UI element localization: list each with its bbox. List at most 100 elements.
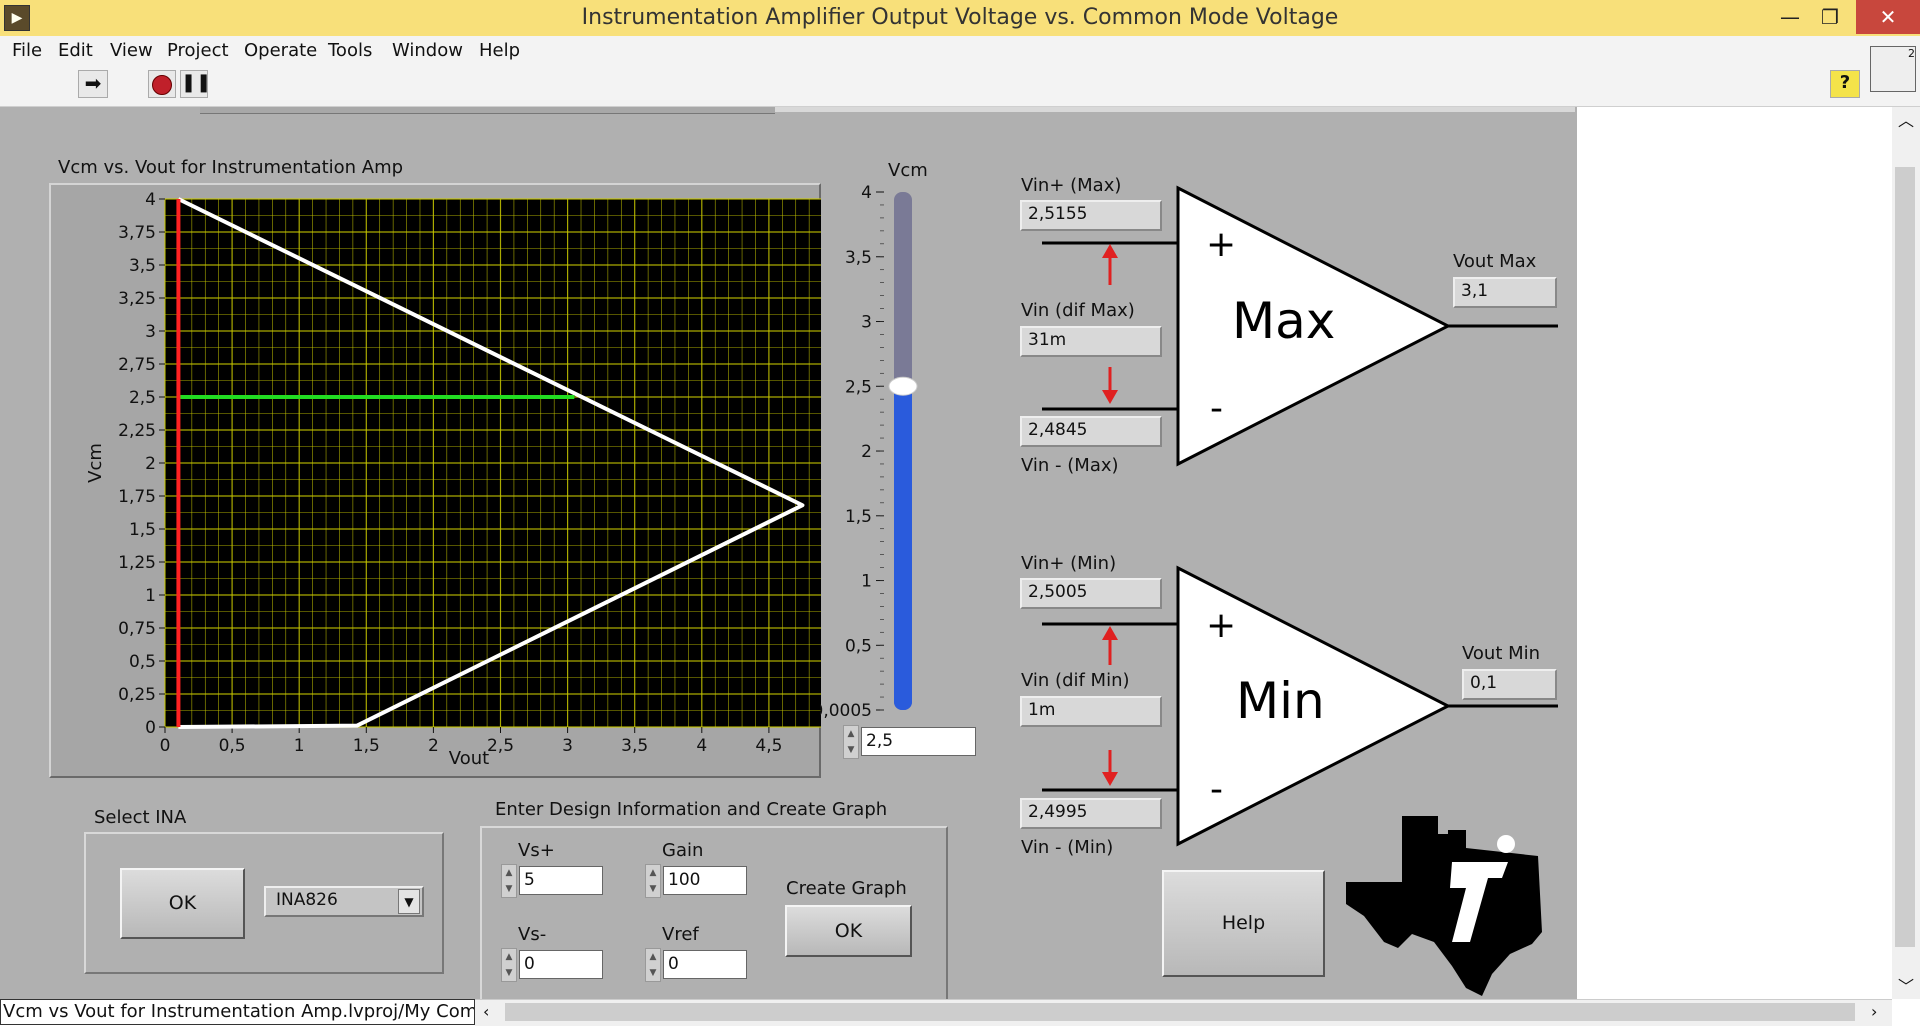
slider-thumb	[888, 376, 918, 396]
vs-plus-spinner[interactable]: ▲ ▼	[501, 864, 517, 898]
create-graph-ok-button[interactable]: OK	[785, 905, 912, 957]
vs-minus-label: Vs-	[518, 924, 547, 945]
y-tick-label: 0,5	[129, 652, 156, 672]
y-tick-label: 0	[145, 718, 156, 738]
menu-project[interactable]: Project	[167, 36, 229, 66]
x-tick-label: 1,5	[353, 736, 380, 756]
arrow-down-head	[1102, 390, 1118, 404]
vcm-value-input[interactable]: 2,5	[861, 727, 976, 756]
ti-dot	[1497, 835, 1515, 853]
vcm-slider[interactable]: 4 3,5 3 2,5 2 1,5 1 0,5 0,0005	[820, 180, 940, 720]
scroll-right-icon[interactable]: ›	[1871, 1002, 1877, 1021]
arrow-up-head	[1102, 244, 1118, 258]
vcm-slider-label: Vcm	[888, 160, 928, 181]
run-arrow-icon[interactable]: ➡	[78, 70, 108, 98]
scroll-left-icon[interactable]: ‹	[483, 1002, 489, 1021]
y-tick-label: 2,25	[118, 421, 156, 441]
slider-tick-label: 0,5	[845, 636, 872, 656]
horizontal-scrollbar[interactable]: ‹ ›	[475, 999, 1892, 1026]
graph-title: Vcm vs. Vout for Instrumentation Amp	[58, 157, 404, 178]
vs-minus-spinner[interactable]: ▲ ▼	[501, 948, 517, 982]
scroll-thumb[interactable]	[1895, 167, 1915, 947]
restore-icon[interactable]: ❐	[1810, 0, 1850, 34]
abort-stop-icon[interactable]	[148, 70, 176, 98]
design-info-label: Enter Design Information and Create Grap…	[495, 799, 888, 820]
y-tick-label: 2,5	[129, 388, 156, 408]
waveform-graph[interactable]: 0 0,25 0,5 0,75 1 1,25 1,5 1,75 2 2,25 2,5 2,75 3 3,2…	[49, 183, 821, 778]
slider-tick-label: 4	[861, 183, 872, 203]
create-graph-label: Create Graph	[786, 878, 907, 899]
y-tick-label: 3,25	[118, 289, 156, 309]
y-tick-label: 1	[145, 586, 156, 606]
close-icon[interactable]: ✕	[1856, 0, 1920, 34]
toolbar	[0, 66, 1920, 107]
vi-icon-text: 2	[1908, 47, 1915, 60]
x-axis-label: Vout	[449, 748, 489, 769]
x-tick-label: 2	[428, 736, 439, 756]
max-label: Max	[1232, 292, 1335, 350]
slider-tick-label: 2	[861, 442, 872, 462]
plus-sign: +	[1206, 224, 1236, 265]
minus-sign: -	[1210, 769, 1223, 810]
gain-input[interactable]: 100	[663, 866, 747, 895]
select-ina-ok-button[interactable]: OK	[120, 868, 245, 939]
y-tick-label: 2,75	[118, 355, 156, 375]
x-tick-label: 2,5	[487, 736, 514, 756]
gain-label: Gain	[662, 840, 704, 861]
scroll-up-icon[interactable]: ︿	[1898, 107, 1914, 131]
min-label: Min	[1236, 672, 1325, 730]
menu-operate[interactable]: Operate	[244, 36, 317, 66]
y-tick-label: 2	[145, 454, 156, 474]
x-tick-label: 0	[160, 736, 171, 756]
help-question-icon[interactable]: ?	[1830, 70, 1860, 98]
arrow-up-head	[1102, 626, 1118, 640]
minus-sign: -	[1210, 388, 1223, 429]
vs-minus-input[interactable]: 0	[519, 950, 603, 979]
vertical-scrollbar[interactable]: ︿ ﹀	[1892, 107, 1920, 999]
y-tick-label: 1,25	[118, 553, 156, 573]
hscroll-thumb[interactable]	[505, 1003, 1855, 1021]
menu-help[interactable]: Help	[479, 36, 520, 66]
tab-strip	[200, 107, 775, 114]
vref-label: Vref	[662, 924, 699, 945]
help-button[interactable]: Help	[1162, 870, 1325, 977]
y-axis-label: Vcm	[85, 443, 106, 483]
menu-edit[interactable]: Edit	[58, 36, 93, 66]
x-tick-label: 4,5	[755, 736, 782, 756]
vs-plus-label: Vs+	[518, 840, 555, 861]
vcm-spinner[interactable]: ▲ ▼	[843, 725, 859, 759]
scroll-down-icon[interactable]: ﹀	[1898, 973, 1914, 997]
slider-tick-label: 1,5	[845, 507, 872, 527]
max-amplifier-diagram: + - Max	[1042, 185, 1558, 467]
menu-window[interactable]: Window	[392, 36, 463, 66]
menu-file[interactable]: File	[12, 36, 42, 66]
y-tick-label: 3,5	[129, 256, 156, 276]
y-tick-label: 1,5	[129, 520, 156, 540]
vi-icon: 2	[1870, 46, 1916, 92]
vref-spinner[interactable]: ▲ ▼	[645, 948, 661, 982]
minimize-icon[interactable]: —	[1770, 0, 1810, 34]
slider-tick-label: 2,5	[845, 377, 872, 397]
status-path: Vcm vs Vout for Instrumentation Amp.lvpr…	[0, 999, 475, 1025]
chevron-down-icon[interactable]: ▼	[398, 889, 420, 914]
panel-margin	[1577, 107, 1892, 999]
menu-tools[interactable]: Tools	[328, 36, 372, 66]
gain-spinner[interactable]: ▲ ▼	[645, 864, 661, 898]
ina-select-value: INA826	[276, 890, 338, 910]
vs-plus-input[interactable]: 5	[519, 866, 603, 895]
slider-fill	[894, 386, 912, 710]
pause-icon[interactable]: ❚❚	[180, 70, 211, 98]
y-tick-label: 4	[145, 190, 156, 210]
slider-tick-label: 3,5	[845, 248, 872, 268]
ina-select-dropdown[interactable]: INA826 ▼	[264, 886, 424, 917]
vref-input[interactable]: 0	[663, 950, 747, 979]
x-tick-label: 4	[696, 736, 707, 756]
x-tick-label: 3	[562, 736, 573, 756]
y-tick-label: 0,25	[118, 685, 156, 705]
slider-tick-label: 3	[861, 313, 872, 333]
x-tick-label: 0,5	[219, 736, 246, 756]
menu-view[interactable]: View	[110, 36, 153, 66]
plus-sign: +	[1206, 605, 1236, 646]
arrow-down-head	[1102, 772, 1118, 786]
slider-tick-label: 0,0005	[820, 701, 872, 720]
